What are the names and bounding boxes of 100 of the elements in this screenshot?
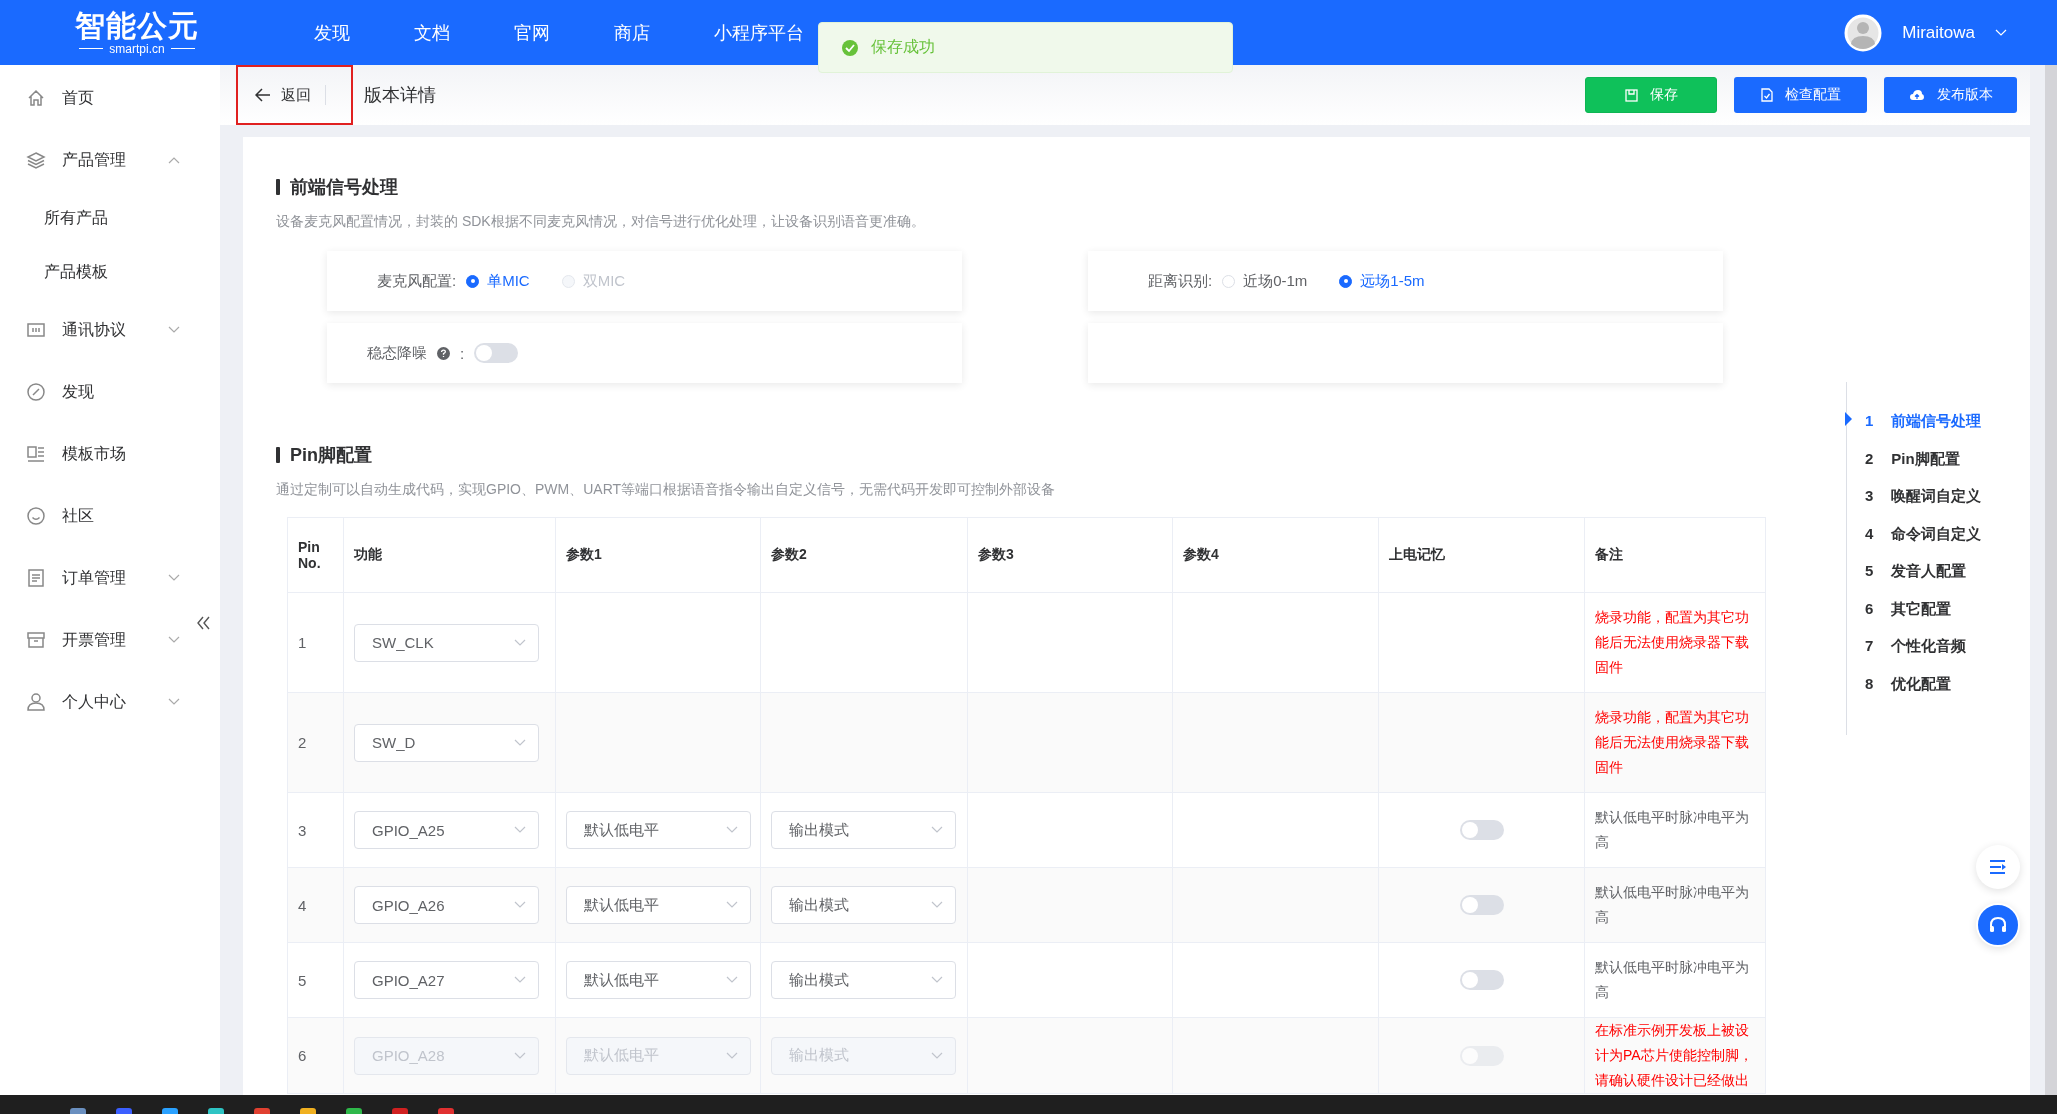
avatar-icon[interactable] xyxy=(1844,13,1883,52)
chevron-down-icon xyxy=(931,1051,943,1060)
anchor-link[interactable]: 8 优化配置 xyxy=(1847,674,1982,712)
chevron-down-icon xyxy=(514,901,526,909)
chevron-down-icon xyxy=(514,638,526,647)
select-field[interactable]: GPIO_A26 xyxy=(354,886,539,924)
arrow-left-icon xyxy=(255,88,271,102)
home-icon xyxy=(26,88,46,108)
taskbar-icon[interactable] xyxy=(162,1108,178,1114)
taskbar-icon[interactable] xyxy=(300,1108,316,1114)
layout-icon xyxy=(26,444,46,464)
radio-option[interactable]: 近场0-1m xyxy=(1222,271,1308,291)
select-field[interactable]: 输出模式 xyxy=(771,886,956,924)
panel-icon xyxy=(26,320,46,340)
floppy-icon xyxy=(1624,88,1638,102)
taskbar-icon[interactable] xyxy=(392,1108,408,1114)
remark-text: 在标准示例开发板上被设计为PA芯片使能控制脚，请确认硬件设计已经做出 xyxy=(1595,1021,1754,1090)
column-header: Pin No. xyxy=(298,539,321,571)
chevron-down-icon xyxy=(514,1051,526,1060)
sidebar-item[interactable]: 发现 xyxy=(0,361,180,423)
field-label: 距离识别: xyxy=(1148,271,1213,291)
chevron-down-icon xyxy=(168,636,180,644)
column-header: 参数3 xyxy=(978,546,1014,562)
archive-icon xyxy=(26,630,46,650)
layers-icon xyxy=(26,150,46,170)
nav-link[interactable]: 发现 xyxy=(282,20,382,45)
chevron-down-icon xyxy=(931,826,943,834)
toggle-switch[interactable] xyxy=(1459,820,1504,840)
sidebar-item[interactable]: 首页 xyxy=(0,67,180,129)
nav-link[interactable]: 官网 xyxy=(482,20,582,45)
sidebar-subitem[interactable]: 产品模板 xyxy=(0,245,220,299)
sidebar-item[interactable]: 产品管理 xyxy=(0,129,180,191)
anchor-link[interactable]: 2 Pin脚配置 xyxy=(1847,449,1982,487)
sidebar-item[interactable]: 个人中心 xyxy=(0,671,180,733)
column-header: 功能 xyxy=(354,546,382,562)
anchor-link[interactable]: 5 发音人配置 xyxy=(1847,562,1982,600)
table-cell: 6 xyxy=(298,1047,307,1064)
anchor-link[interactable]: 6 其它配置 xyxy=(1847,599,1982,637)
toggle-switch[interactable] xyxy=(1459,895,1504,915)
table-cell: 5 xyxy=(298,971,307,989)
back-button[interactable]: 返回 xyxy=(237,66,352,124)
table-cell: 4 xyxy=(298,896,307,914)
toast-message: 保存成功 xyxy=(871,37,935,57)
remark-text: 默认低电平时脉冲电平为高 xyxy=(1595,808,1750,852)
select-field[interactable]: 默认低电平 xyxy=(566,961,751,999)
headset-icon xyxy=(1988,915,2008,935)
radio-option[interactable]: 单MIC xyxy=(466,271,530,291)
section-description: 设备麦克风配置情况，封装的 SDK根据不同麦克风情况，对信号进行优化处理，让设备识别语音更准确。 xyxy=(276,213,926,231)
chevron-down-icon xyxy=(514,976,526,984)
taskbar-icon[interactable] xyxy=(208,1108,224,1114)
remark-text: 默认低电平时脉冲电平为高 xyxy=(1595,958,1750,1002)
select-field[interactable]: SW_CLK xyxy=(354,623,539,662)
select-field[interactable]: 输出模式 xyxy=(771,811,956,849)
select-field[interactable]: GPIO_A25 xyxy=(354,811,539,849)
sidebar-item[interactable]: 通讯协议 xyxy=(0,299,180,361)
remark-text: 烧录功能，配置为其它功能后无法使用烧录器下载固件 xyxy=(1595,608,1750,677)
select-field[interactable]: 默认低电平 xyxy=(566,811,751,849)
remark-text: 烧录功能，配置为其它功能后无法使用烧录器下载固件 xyxy=(1595,708,1750,777)
anchor-link[interactable]: 3 唤醒词自定义 xyxy=(1847,487,1982,525)
section-description: 通过定制可以自动生成代码，实现GPIO、PWM、UART等端口根据语音指令输出自定义信号，无需代码开发即可控制外部设备 xyxy=(276,481,1057,499)
publish-button[interactable]: 发布版本 xyxy=(1884,77,2017,113)
sidebar-item[interactable]: 订单管理 xyxy=(0,547,180,609)
nav-link[interactable]: 商店 xyxy=(582,20,682,45)
double-chevron-left-icon xyxy=(194,614,211,631)
nav-link[interactable]: 文档 xyxy=(382,20,482,45)
column-header: 上电记忆 xyxy=(1389,546,1445,562)
chevron-up-icon xyxy=(168,156,180,164)
chevron-down-icon xyxy=(726,976,738,984)
select-field[interactable]: GPIO_A27 xyxy=(354,961,539,999)
sidebar-item[interactable]: 模板市场 xyxy=(0,423,180,485)
taskbar-icon[interactable] xyxy=(438,1108,454,1114)
cloud-upload-icon xyxy=(1908,89,1925,101)
chevron-down-icon xyxy=(168,698,180,706)
toggle-switch[interactable] xyxy=(1459,970,1504,990)
list-icon xyxy=(1989,860,2007,874)
chevron-down-icon xyxy=(931,901,943,909)
sidebar-item[interactable]: 开票管理 xyxy=(0,609,180,671)
check-button[interactable]: 检查配置 xyxy=(1734,77,1867,113)
help-icon xyxy=(437,346,450,360)
check-circle-icon xyxy=(841,38,859,57)
chevron-down-icon xyxy=(726,1051,738,1060)
select-field[interactable]: 默认低电平 xyxy=(566,886,751,924)
sidebar-subitem[interactable]: 所有产品 xyxy=(0,191,220,245)
toggle-switch[interactable] xyxy=(474,343,519,363)
document-icon xyxy=(26,568,46,588)
anchor-link[interactable]: 4 命令词自定义 xyxy=(1847,524,1982,562)
taskbar-icon[interactable] xyxy=(70,1108,86,1114)
anchor-link[interactable]: 7 个性化音频 xyxy=(1847,637,1982,675)
select-field[interactable]: SW_D xyxy=(354,723,539,762)
taskbar-icon[interactable] xyxy=(116,1108,132,1114)
radio-option[interactable]: 远场1-5m xyxy=(1339,271,1425,291)
anchor-link[interactable]: 1 前端信号处理 xyxy=(1847,412,1982,450)
field-label: 麦克风配置: xyxy=(377,271,457,291)
user-name[interactable]: Miraitowa xyxy=(1902,22,1975,43)
sidebar-item[interactable]: 社区 xyxy=(0,485,180,547)
user-icon xyxy=(26,692,46,712)
section-title: 前端信号处理 xyxy=(290,176,398,199)
taskbar-icon[interactable] xyxy=(346,1108,362,1114)
taskbar-icon[interactable] xyxy=(254,1108,270,1114)
select-field[interactable]: 输出模式 xyxy=(771,961,956,999)
